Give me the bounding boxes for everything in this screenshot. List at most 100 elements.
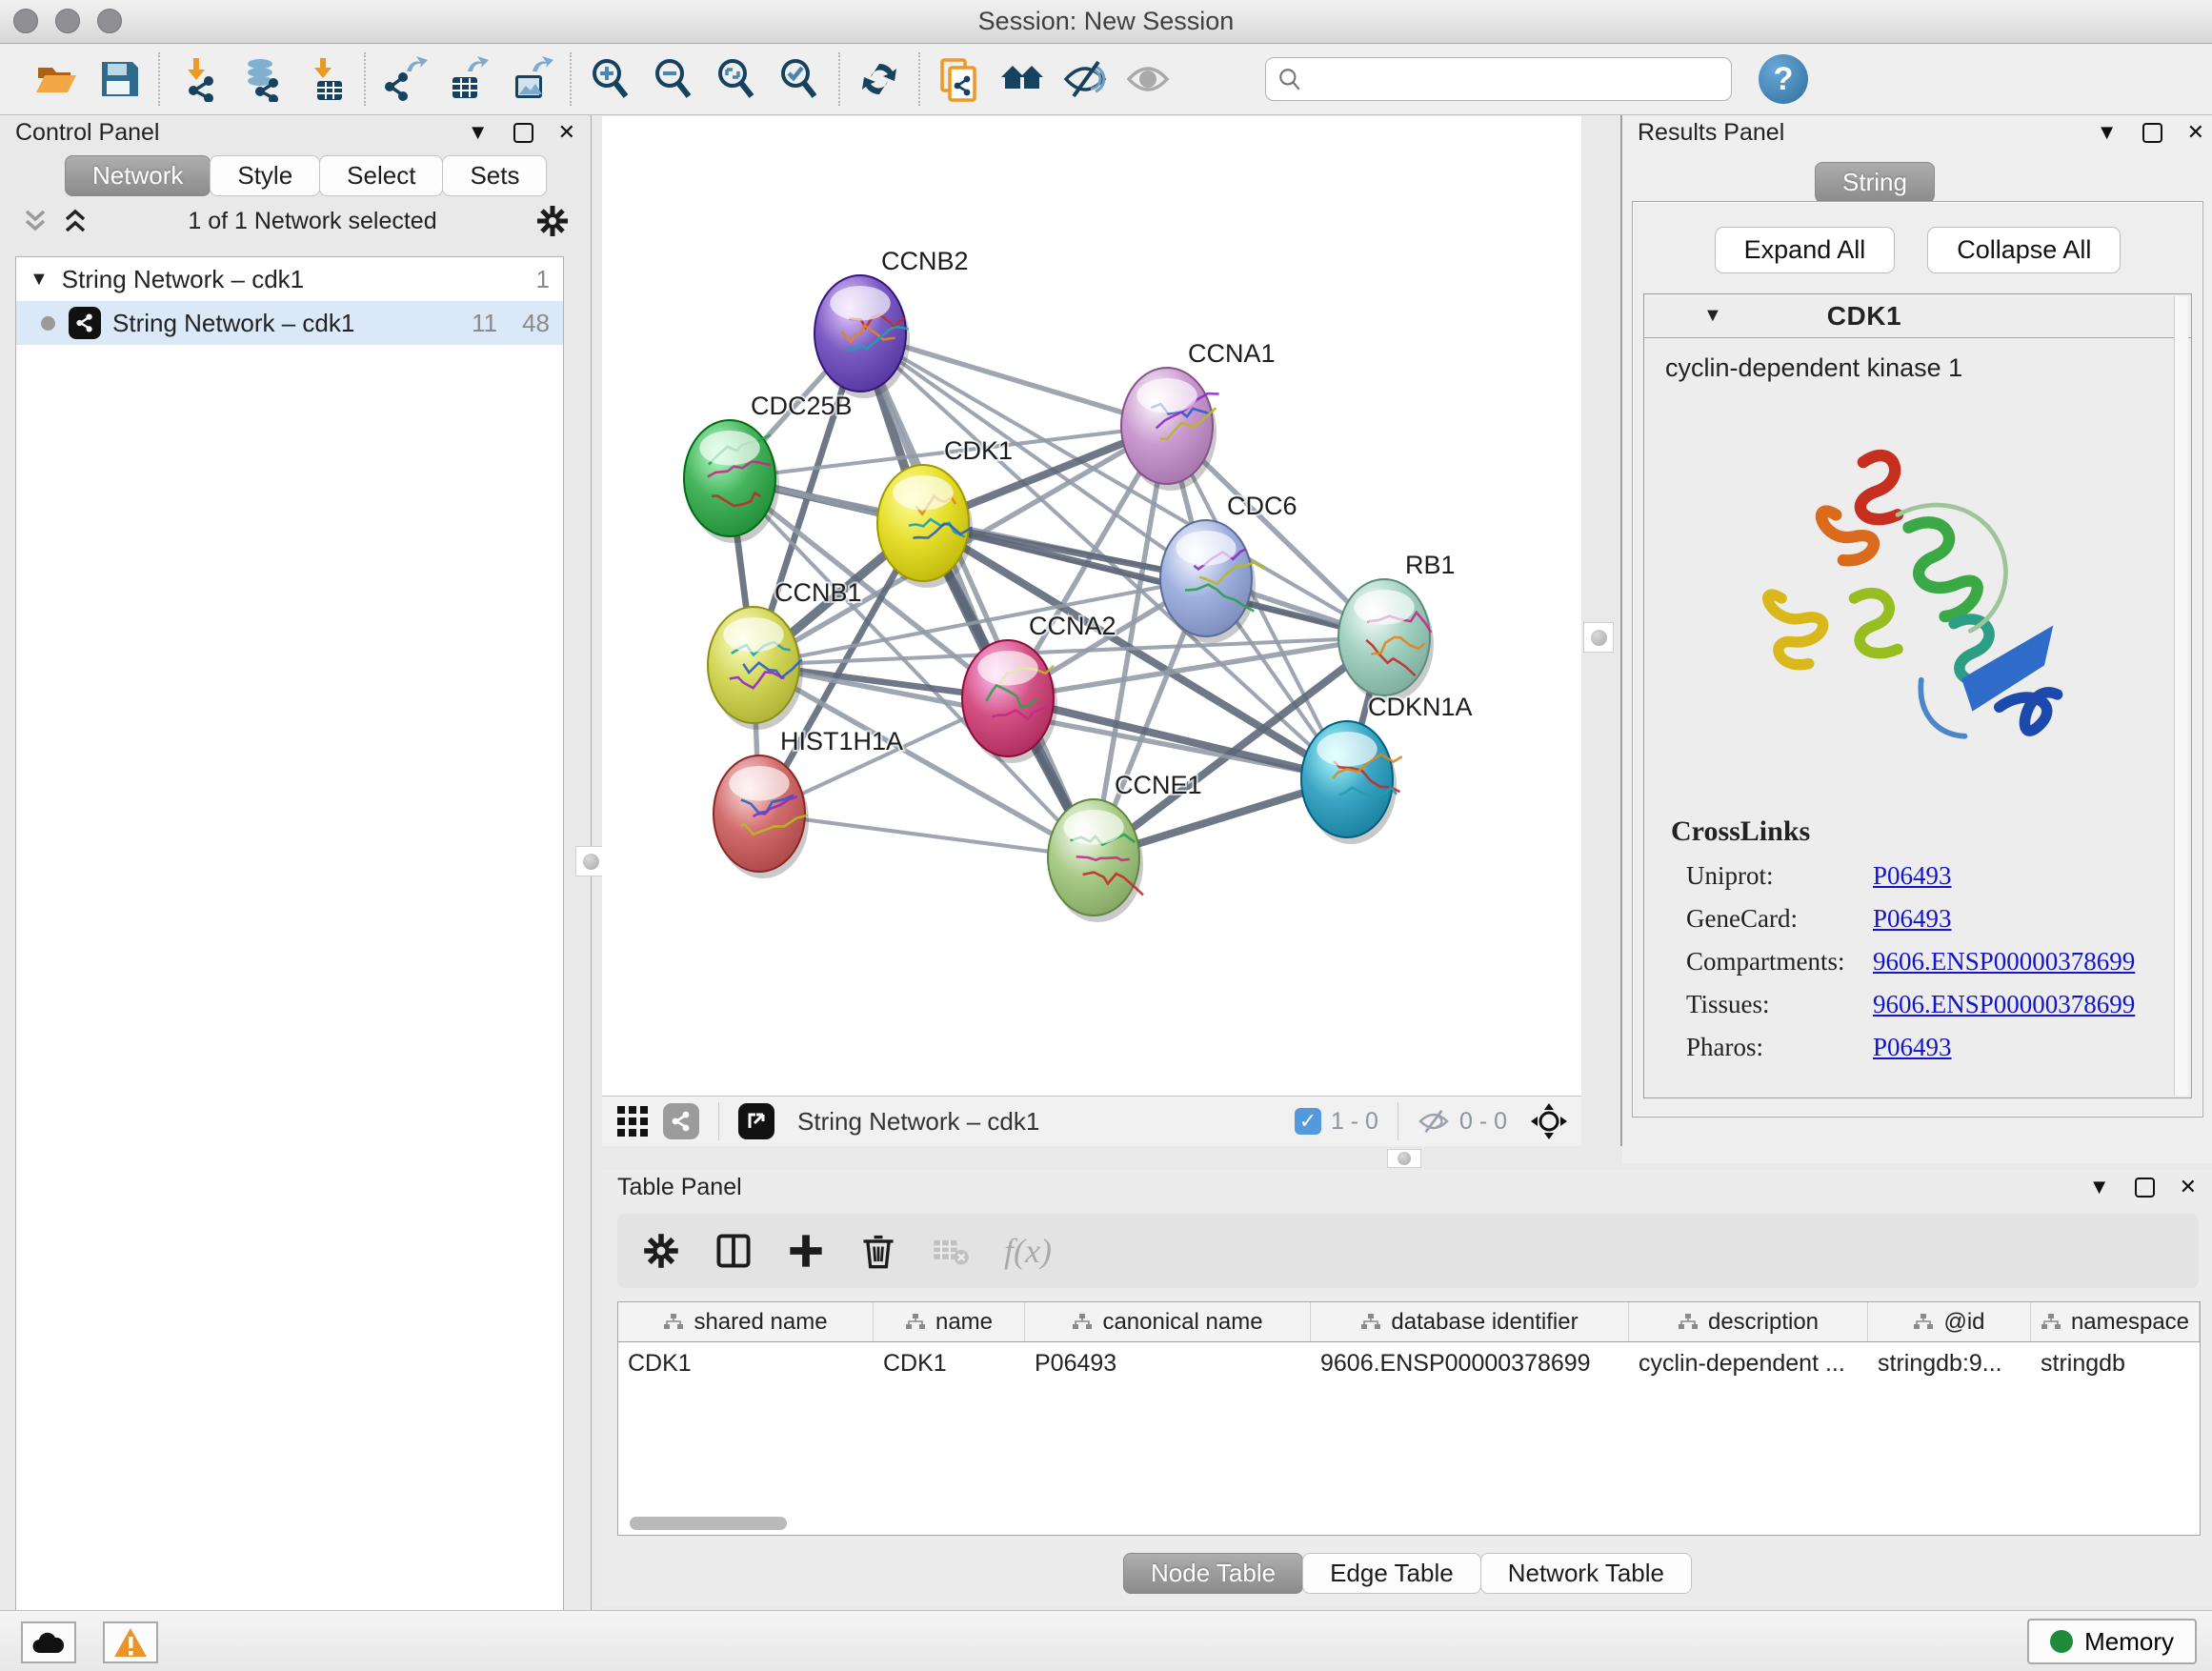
export-table-button[interactable] xyxy=(436,50,499,109)
birds-eye-icon[interactable] xyxy=(1530,1102,1568,1140)
table-header-row: shared namenamecanonical namedatabase id… xyxy=(618,1302,2200,1342)
refresh-layout-button[interactable] xyxy=(848,50,911,109)
window-close-button[interactable] xyxy=(13,9,38,33)
tab-edge-table[interactable]: Edge Table xyxy=(1302,1553,1481,1594)
zoom-selected-button[interactable] xyxy=(768,50,831,109)
network-node-ccnb1[interactable]: CCNB1 xyxy=(708,578,862,730)
control-panel-collapse-button[interactable]: ▼ xyxy=(468,122,489,143)
table-settings-gear-icon[interactable] xyxy=(642,1232,680,1270)
node-label: CCNE1 xyxy=(1115,771,1202,799)
tab-style[interactable]: Style xyxy=(210,155,320,196)
table-panel-collapse-button[interactable]: ▼ xyxy=(2089,1177,2110,1198)
network-share-icon[interactable] xyxy=(663,1103,699,1139)
tab-node-table[interactable]: Node Table xyxy=(1123,1553,1303,1594)
add-column-icon[interactable] xyxy=(787,1232,825,1270)
hide-selected-button[interactable] xyxy=(1054,50,1116,109)
column-header-name[interactable]: name xyxy=(874,1302,1025,1341)
function-builder-icon: f(x) xyxy=(1004,1231,1052,1271)
results-panel-collapse-button[interactable]: ▼ xyxy=(2097,122,2118,143)
show-columns-icon[interactable] xyxy=(714,1232,753,1270)
network-node-ccnb2[interactable]: CCNB2 xyxy=(814,247,969,398)
show-all-button[interactable] xyxy=(1116,50,1179,109)
tab-network-table[interactable]: Network Table xyxy=(1480,1553,1692,1594)
control-panel-close-button[interactable]: ✕ xyxy=(558,122,575,143)
results-panel-float-button[interactable] xyxy=(2142,123,2162,143)
crosslink-link[interactable]: P06493 xyxy=(1873,1033,1952,1062)
zoom-in-button[interactable] xyxy=(579,50,642,109)
table-cell: 9606.ENSP00000378699 xyxy=(1311,1342,1629,1386)
network-row[interactable]: String Network – cdk1 11 48 xyxy=(16,301,563,345)
import-network-file-button[interactable] xyxy=(168,50,231,109)
column-header-canonical-name[interactable]: canonical name xyxy=(1025,1302,1311,1341)
network-node-hist1h1a[interactable]: HIST1H1A xyxy=(714,727,903,878)
detach-view-icon[interactable] xyxy=(738,1103,774,1139)
network-node-ccne1[interactable]: CCNE1 xyxy=(1048,771,1202,922)
right-splitter-handle[interactable] xyxy=(1583,622,1614,653)
import-network-database-button[interactable] xyxy=(231,50,293,109)
column-header-namespace[interactable]: namespace xyxy=(2031,1302,2200,1341)
network-collection-row[interactable]: ▼ String Network – cdk1 1 xyxy=(16,257,563,301)
search-icon xyxy=(1277,67,1302,91)
network-node-cdkn1a[interactable]: CDKN1A xyxy=(1301,693,1473,844)
crosslink-link[interactable]: 9606.ENSP00000378699 xyxy=(1873,990,2135,1019)
control-panel-float-button[interactable] xyxy=(513,123,533,143)
column-header--id[interactable]: @id xyxy=(1868,1302,2031,1341)
open-session-button[interactable] xyxy=(25,50,88,109)
network-edge[interactable] xyxy=(1008,698,1347,779)
selected-checkbox[interactable]: ✓ xyxy=(1295,1108,1321,1135)
window-minimize-button[interactable] xyxy=(55,9,80,33)
save-session-button[interactable] xyxy=(88,50,151,109)
table-panel-float-button[interactable] xyxy=(2135,1178,2155,1198)
horizontal-splitter-handle[interactable] xyxy=(1387,1149,1421,1168)
network-list: ▼ String Network – cdk1 1 String Network… xyxy=(15,256,564,1671)
export-image-button[interactable] xyxy=(499,50,562,109)
first-neighbors-button[interactable] xyxy=(991,50,1054,109)
grid-view-icon[interactable] xyxy=(615,1104,650,1138)
search-input[interactable] xyxy=(1310,66,1719,92)
results-scrollbar[interactable] xyxy=(2174,296,2188,1096)
column-header-database-identifier[interactable]: database identifier xyxy=(1311,1302,1629,1341)
column-type-icon xyxy=(1360,1313,1381,1332)
import-table-file-button[interactable] xyxy=(293,50,356,109)
duplicate-network-button[interactable] xyxy=(928,50,991,109)
table-row[interactable]: CDK1CDK1P064939606.ENSP00000378699cyclin… xyxy=(618,1342,2200,1386)
delete-column-icon[interactable] xyxy=(859,1232,897,1270)
section-collapse-icon[interactable]: ▼ xyxy=(1703,305,1722,327)
tab-network[interactable]: Network xyxy=(65,155,211,196)
crosslink-link[interactable]: P06493 xyxy=(1873,904,1952,934)
table-panel-close-button[interactable]: ✕ xyxy=(2180,1177,2197,1198)
zoom-fit-button[interactable] xyxy=(705,50,768,109)
table-cell: CDK1 xyxy=(874,1342,1025,1386)
results-panel-close-button[interactable]: ✕ xyxy=(2187,122,2204,143)
tab-sets[interactable]: Sets xyxy=(442,155,547,196)
network-node-rb1[interactable]: RB1 xyxy=(1338,551,1456,702)
column-header-description[interactable]: description xyxy=(1629,1302,1868,1341)
collapse-all-icon[interactable] xyxy=(21,208,50,234)
network-node-cdc6[interactable]: CDC6 xyxy=(1160,492,1297,643)
collapse-all-button[interactable]: Collapse All xyxy=(1927,227,2121,273)
table-hscrollbar[interactable] xyxy=(618,1517,2200,1531)
network-canvas[interactable]: CCNB2CCNA1CDC25BCDK1CDC6RB1CCNB1CCNA2CDK… xyxy=(602,116,1581,1096)
help-button[interactable]: ? xyxy=(1759,54,1808,104)
collection-expand-icon[interactable]: ▼ xyxy=(30,269,49,291)
crosslink-link[interactable]: P06493 xyxy=(1873,861,1952,891)
export-network-button[interactable] xyxy=(373,50,436,109)
column-header-shared-name[interactable]: shared name xyxy=(618,1302,874,1341)
network-node-ccna2[interactable]: CCNA2 xyxy=(962,612,1116,763)
control-panel: Control Panel ▼ ✕ NetworkStyleSelectSets… xyxy=(0,115,592,1610)
network-node-ccna1[interactable]: CCNA1 xyxy=(1121,339,1276,491)
warning-status-button[interactable] xyxy=(103,1621,158,1663)
crosslink-link[interactable]: 9606.ENSP00000378699 xyxy=(1873,947,2135,976)
network-edge[interactable] xyxy=(860,333,1094,857)
tab-string[interactable]: String xyxy=(1815,162,1935,203)
expand-all-button[interactable]: Expand All xyxy=(1715,227,1896,273)
window-zoom-button[interactable] xyxy=(97,9,122,33)
expand-all-icon[interactable] xyxy=(61,208,90,234)
gear-icon[interactable] xyxy=(535,204,570,238)
cloud-status-button[interactable] xyxy=(21,1621,76,1663)
tab-select[interactable]: Select xyxy=(319,155,443,196)
table-hscroll-thumb[interactable] xyxy=(630,1517,787,1530)
network-edge[interactable] xyxy=(759,814,1094,857)
zoom-out-button[interactable] xyxy=(642,50,705,109)
memory-button[interactable]: Memory xyxy=(2027,1619,2197,1664)
